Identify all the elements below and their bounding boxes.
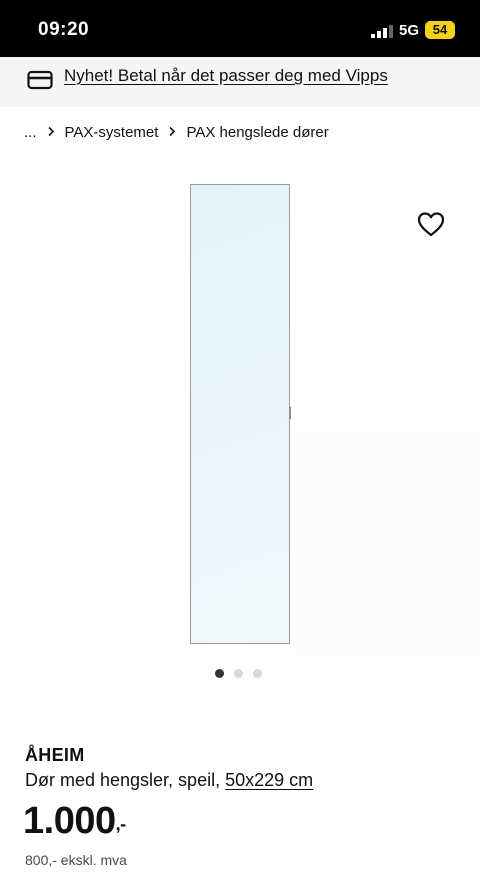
favorite-button[interactable]	[416, 210, 446, 238]
price-suffix: ,-	[115, 814, 127, 834]
chevron-right-icon	[164, 125, 180, 140]
image-background-shade	[296, 432, 480, 656]
door-hinge	[289, 407, 291, 419]
battery-icon: 54	[425, 21, 455, 39]
product-size-link[interactable]: 50x229 cm	[225, 770, 313, 790]
product-image-carousel[interactable]	[0, 160, 480, 660]
product-description: Dør med hengsler, speil, 50x229 cm	[25, 770, 313, 791]
carousel-dot-3[interactable]	[253, 669, 262, 678]
breadcrumb-item-pax-systemet[interactable]: PAX-systemet	[65, 124, 159, 141]
carousel-dot-1[interactable]	[215, 669, 224, 678]
status-time: 09:20	[38, 19, 90, 40]
signal-icon	[371, 25, 393, 38]
breadcrumb: ... PAX-systemet PAX hengslede dører	[24, 124, 329, 141]
product-image-mirror-door	[190, 184, 291, 644]
breadcrumb-ellipsis[interactable]: ...	[24, 124, 37, 141]
status-bar: 09:20 5G 54	[0, 0, 480, 57]
price-ex-vat: 800,- ekskl. mva	[25, 852, 127, 868]
card-icon	[27, 70, 53, 90]
promo-link[interactable]: Nyhet! Betal når det passer deg med Vipp…	[64, 66, 388, 86]
product-price: 1.000,-	[23, 800, 126, 843]
breadcrumb-item-pax-hengslede-dorer[interactable]: PAX hengslede dører	[186, 124, 328, 141]
promo-banner[interactable]: Nyhet! Betal når det passer deg med Vipp…	[0, 57, 480, 107]
product-description-text: Dør med hengsler, speil,	[25, 770, 221, 790]
carousel-indicator	[215, 669, 262, 678]
chevron-right-icon	[43, 125, 59, 140]
product-name: ÅHEIM	[25, 745, 85, 765]
price-value: 1.000	[23, 800, 116, 842]
carousel-dot-2[interactable]	[234, 669, 243, 678]
heart-icon	[417, 212, 445, 237]
network-label: 5G	[399, 22, 420, 39]
